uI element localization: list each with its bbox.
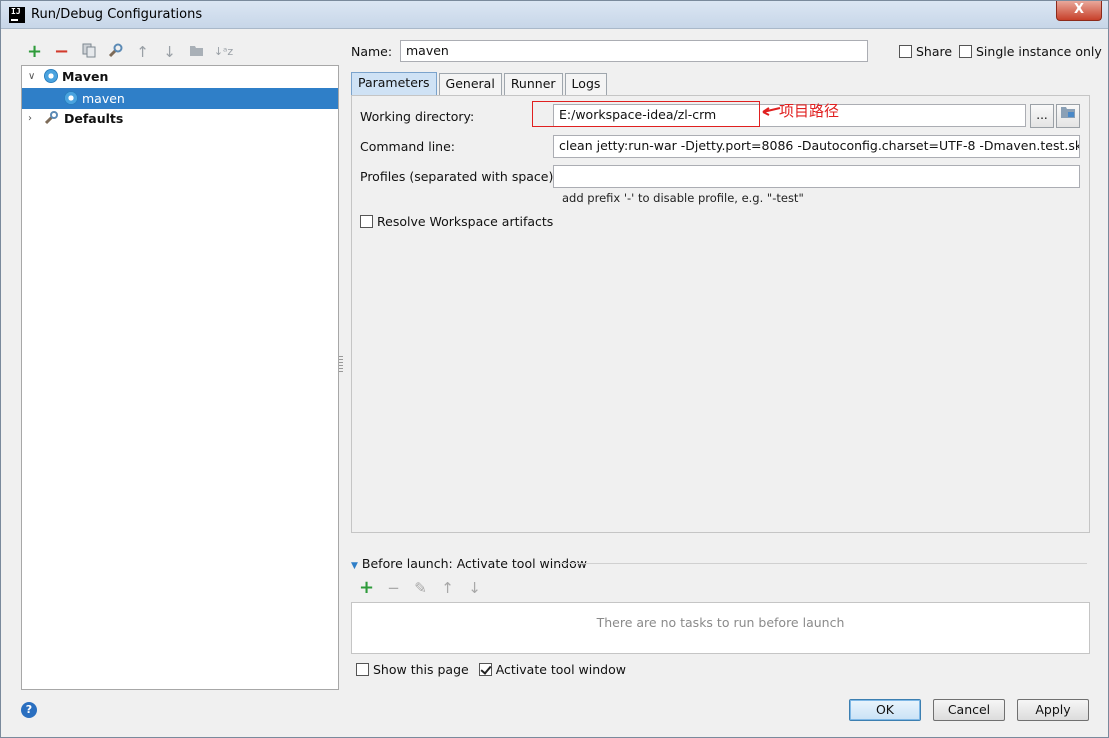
single-instance-label: Single instance only	[976, 44, 1102, 59]
minus-icon[interactable]: −	[48, 43, 75, 61]
apply-button[interactable]: Apply	[1017, 699, 1089, 721]
tree-item-maven-group[interactable]: ∨ Maven	[22, 66, 338, 87]
share-option[interactable]: Share	[899, 44, 952, 59]
name-field[interactable]: maven	[400, 40, 868, 62]
show-page-label: Show this page	[373, 662, 469, 677]
tab-parameters[interactable]: Parameters	[351, 72, 437, 95]
parameters-panel	[351, 95, 1090, 533]
module-dir-button[interactable]	[1056, 104, 1080, 128]
tab-logs[interactable]: Logs	[564, 73, 608, 95]
annotation-highlight-box	[532, 101, 760, 127]
before-launch-title: Before launch: Activate tool window	[361, 556, 587, 571]
help-icon[interactable]: ?	[21, 702, 37, 718]
folder-icon[interactable]	[183, 43, 210, 61]
activate-tool-checkbox[interactable]	[478, 663, 492, 676]
tree-item-label: maven	[81, 91, 125, 106]
chevron-right-icon[interactable]: ›	[28, 108, 32, 129]
sort-az-icon[interactable]: ↓ᵃz	[210, 43, 237, 61]
wrench-icon[interactable]	[102, 43, 129, 61]
arrow-down-icon[interactable]: ↓	[156, 43, 183, 61]
profiles-field[interactable]	[553, 165, 1080, 188]
activate-tool-label: Activate tool window	[495, 662, 626, 677]
before-launch-header[interactable]: ▼ Before launch: Activate tool window	[351, 556, 587, 571]
share-label: Share	[916, 44, 953, 59]
arrow-up-icon[interactable]: ↑	[434, 579, 461, 597]
chevron-down-icon[interactable]: ∨	[28, 66, 35, 87]
before-launch-task-list[interactable]: There are no tasks to run before launch	[351, 602, 1090, 654]
tree-item-defaults[interactable]: › Defaults	[22, 108, 338, 129]
arrow-up-icon[interactable]: ↑	[129, 43, 156, 61]
annotation-arrow-icon	[762, 107, 781, 116]
tab-runner[interactable]: Runner	[503, 73, 563, 95]
working-directory-label: Working directory:	[360, 109, 475, 124]
cancel-button[interactable]: Cancel	[933, 699, 1005, 721]
splitter-handle[interactable]	[339, 356, 343, 372]
resolve-workspace-checkbox[interactable]	[360, 215, 373, 228]
tree-item-label: Maven	[61, 69, 109, 84]
show-page-option[interactable]: Show this page	[356, 662, 469, 677]
annotation-text: 项目路径	[779, 102, 840, 120]
name-label: Name:	[351, 44, 393, 59]
command-line-field[interactable]: clean jetty:run-war -Djetty.port=8086 -D…	[553, 135, 1080, 158]
close-button[interactable]: X	[1056, 1, 1102, 21]
single-instance-checkbox[interactable]	[959, 45, 972, 58]
add-task-icon[interactable]: +	[353, 579, 380, 597]
share-checkbox[interactable]	[899, 45, 912, 58]
resolve-workspace-label: Resolve Workspace artifacts	[377, 214, 554, 229]
arrow-down-icon[interactable]: ↓	[461, 579, 488, 597]
window-title: Run/Debug Configurations	[31, 7, 203, 22]
before-launch-options: Show this page Activate tool window	[356, 662, 626, 677]
resolve-workspace-option[interactable]: Resolve Workspace artifacts	[360, 214, 553, 229]
triangle-down-icon[interactable]: ▼	[351, 561, 358, 571]
tab-general[interactable]: General	[438, 73, 502, 95]
edit-pencil-icon[interactable]: ✎	[407, 579, 434, 597]
config-tree[interactable]: ∨ Maven maven › Defaults	[21, 65, 339, 690]
intellij-app-icon: IJ	[9, 7, 25, 23]
activate-tool-option[interactable]: Activate tool window	[478, 662, 626, 677]
maven-gear-icon	[44, 69, 58, 83]
browse-button[interactable]: ...	[1030, 104, 1054, 128]
remove-task-icon[interactable]: −	[380, 579, 407, 597]
section-divider	[558, 563, 1087, 564]
before-launch-toolbar: + − ✎ ↑ ↓	[353, 579, 488, 598]
tree-item-label: Defaults	[63, 111, 124, 126]
command-line-label: Command line:	[360, 139, 455, 154]
ok-button[interactable]: OK	[849, 699, 921, 721]
plus-icon[interactable]: +	[21, 43, 48, 61]
defaults-icon	[44, 111, 58, 125]
title-bar: IJ Run/Debug Configurations X	[1, 1, 1108, 29]
profiles-label: Profiles (separated with space):	[360, 169, 558, 184]
maven-gear-icon	[64, 91, 78, 105]
tab-bar: Parameters General Runner Logs	[351, 72, 609, 95]
config-toolbar: + − ↑ ↓ ↓ᵃz	[21, 43, 237, 62]
tree-item-maven[interactable]: maven	[22, 88, 338, 109]
copy-icon[interactable]	[75, 43, 102, 61]
run-debug-dialog: IJ Run/Debug Configurations X + − ↑ ↓ ↓ᵃ…	[0, 0, 1109, 738]
empty-tasks-text: There are no tasks to run before launch	[596, 615, 845, 630]
module-folder-icon	[1061, 107, 1075, 118]
single-instance-option[interactable]: Single instance only	[959, 44, 1102, 59]
profiles-hint: add prefix '-' to disable profile, e.g. …	[562, 191, 804, 205]
show-page-checkbox[interactable]	[356, 663, 369, 676]
